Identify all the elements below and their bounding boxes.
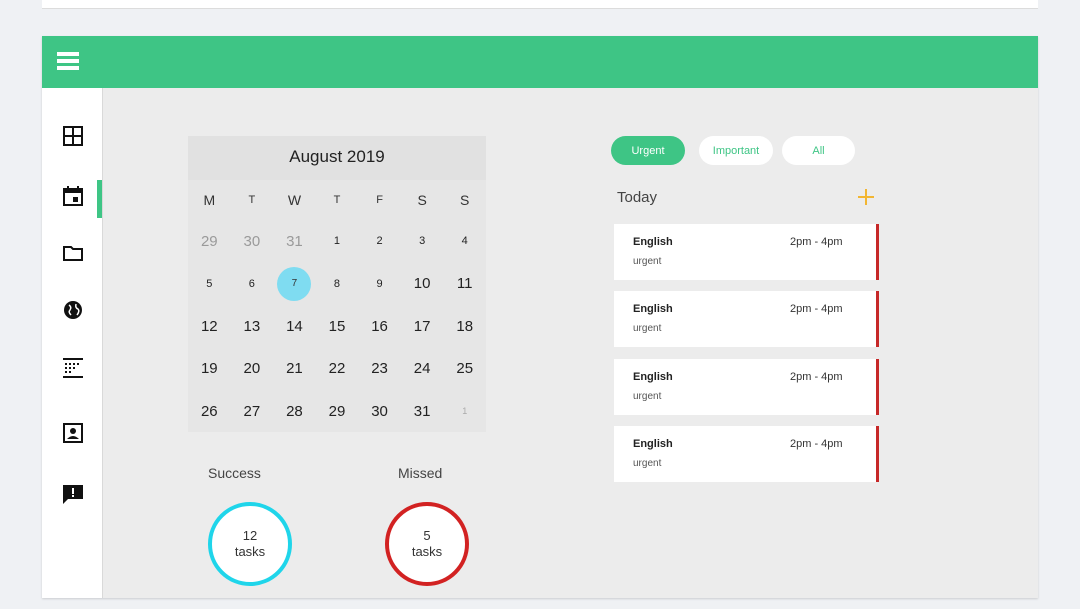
task-tag: urgent — [633, 391, 662, 402]
weekday-row: M T W T F S S — [188, 180, 486, 220]
contact-icon[interactable] — [42, 413, 103, 453]
task-card[interactable]: English 2pm - 4pm urgent — [614, 291, 879, 347]
calendar-day[interactable]: 25 — [443, 348, 486, 391]
weekday-label: F — [376, 194, 383, 206]
filter-urgent-button[interactable]: Urgent — [611, 136, 685, 165]
calendar-day[interactable]: 2 — [358, 220, 401, 263]
calendar-day[interactable]: 9 — [358, 263, 401, 306]
calendar-day[interactable]: 23 — [358, 348, 401, 391]
sidebar-active-indicator — [97, 180, 102, 218]
filter-important-button[interactable]: Important — [699, 136, 773, 165]
calendar-day[interactable]: 11 — [443, 263, 486, 306]
calendar-day[interactable]: 16 — [358, 305, 401, 348]
calendar-month-title: August 2019 — [188, 136, 486, 180]
calendar-day[interactable]: 10 — [401, 263, 444, 306]
calendar-grid: 29 30 31 1 2 3 4 5 6 7 8 9 10 11 12 13 1… — [188, 220, 486, 433]
missed-label: Missed — [398, 465, 443, 481]
task-title: English — [633, 438, 673, 450]
calendar-day[interactable]: 30 — [231, 220, 274, 263]
weekday-label: T — [248, 194, 256, 206]
task-time: 2pm - 4pm — [790, 236, 843, 248]
weekday-label: M — [203, 192, 216, 208]
task-title: English — [633, 236, 673, 248]
sidebar — [42, 88, 103, 598]
calendar-day[interactable]: 12 — [188, 305, 231, 348]
filter-all-button[interactable]: All — [782, 136, 855, 165]
app-header — [42, 36, 1038, 88]
calendar-day[interactable]: 19 — [188, 348, 231, 391]
grid-icon[interactable] — [42, 116, 103, 156]
task-card[interactable]: English 2pm - 4pm urgent — [614, 359, 879, 415]
task-time: 2pm - 4pm — [790, 438, 843, 450]
timetable-icon[interactable] — [42, 348, 103, 388]
missed-count: 5 — [423, 528, 431, 543]
calendar-day[interactable]: 29 — [316, 390, 359, 433]
calendar-day[interactable]: 1 — [316, 220, 359, 263]
weekday-label: W — [287, 192, 302, 208]
calendar-day[interactable]: 3 — [401, 220, 444, 263]
feedback-icon[interactable] — [42, 474, 103, 514]
task-card[interactable]: English 2pm - 4pm urgent — [614, 224, 879, 280]
task-title: English — [633, 371, 673, 383]
calendar-day[interactable]: 31 — [273, 220, 316, 263]
weekday-label: S — [417, 192, 427, 208]
calendar-day[interactable]: 14 — [273, 305, 316, 348]
task-card[interactable]: English 2pm - 4pm urgent — [614, 426, 879, 482]
weekday-label: S — [460, 192, 470, 208]
task-time: 2pm - 4pm — [790, 371, 843, 383]
missed-unit: tasks — [411, 544, 443, 559]
calendar-day[interactable]: 5 — [188, 263, 231, 306]
task-tag: urgent — [633, 458, 662, 469]
calendar-day[interactable]: 31 — [401, 390, 444, 433]
calendar-day[interactable]: 30 — [358, 390, 401, 433]
calendar-day[interactable]: 4 — [443, 220, 486, 263]
calendar-day[interactable]: 28 — [273, 390, 316, 433]
calendar: August 2019 M T W T F S S 29 30 31 1 2 3… — [188, 136, 486, 432]
calendar-day[interactable]: 13 — [231, 305, 274, 348]
calendar-day[interactable]: 26 — [188, 390, 231, 433]
success-ring: 12 tasks — [208, 502, 292, 586]
calendar-icon[interactable] — [42, 176, 103, 216]
missed-ring: 5 tasks — [385, 502, 469, 586]
calendar-day[interactable]: 6 — [231, 263, 274, 306]
calendar-day[interactable]: 27 — [231, 390, 274, 433]
calendar-day[interactable]: 8 — [316, 263, 359, 306]
selected-day-label: 7 — [277, 266, 312, 301]
calendar-day[interactable]: 17 — [401, 305, 444, 348]
task-tag: urgent — [633, 323, 662, 334]
task-title: English — [633, 303, 673, 315]
menu-icon[interactable] — [57, 52, 79, 70]
folder-icon[interactable] — [42, 233, 103, 273]
calendar-day[interactable]: 1 — [443, 390, 486, 433]
success-count: 12 — [242, 528, 258, 543]
add-task-icon[interactable] — [856, 187, 876, 207]
app-window: August 2019 M T W T F S S 29 30 31 1 2 3… — [42, 36, 1038, 598]
calendar-day[interactable]: 24 — [401, 348, 444, 391]
today-heading: Today — [617, 189, 658, 206]
calendar-day[interactable]: 22 — [316, 348, 359, 391]
globe-icon[interactable] — [42, 290, 103, 330]
task-tag: urgent — [633, 256, 662, 267]
success-unit: tasks — [234, 544, 266, 559]
success-label: Success — [208, 465, 261, 481]
task-time: 2pm - 4pm — [790, 303, 843, 315]
calendar-day[interactable]: 15 — [316, 305, 359, 348]
calendar-day-selected[interactable]: 7 — [273, 263, 316, 306]
calendar-day[interactable]: 18 — [443, 305, 486, 348]
calendar-day[interactable]: 29 — [188, 220, 231, 263]
weekday-label: T — [333, 194, 341, 206]
calendar-day[interactable]: 21 — [273, 348, 316, 391]
top-strip — [42, 0, 1038, 9]
calendar-day[interactable]: 20 — [231, 348, 274, 391]
